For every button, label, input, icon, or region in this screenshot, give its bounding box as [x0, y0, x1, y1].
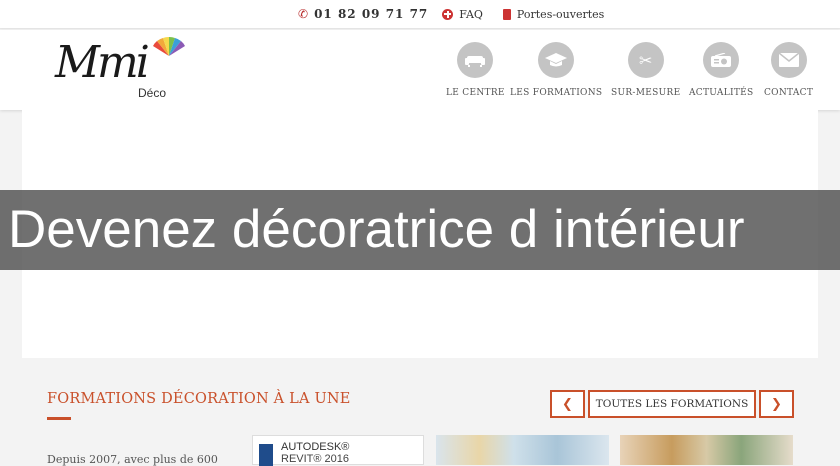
scissors-icon: ✂ [627, 42, 664, 78]
carousel-prev-button[interactable]: ❮ [550, 390, 585, 418]
nav-item-contact[interactable]: CONTACT [764, 42, 813, 98]
door-icon [502, 8, 511, 20]
sofa-icon [457, 42, 494, 78]
top-contact-links: ✆ 01 82 09 71 77 FAQ Portes-ouvertes [298, 6, 612, 22]
nav-item-le-centre[interactable]: LE CENTRE [446, 42, 505, 98]
nav-label: SUR-MESURE [611, 88, 681, 98]
main-navigation: LE CENTRE LES FORMATIONS ✂ SUR-MESURE AC… [0, 42, 840, 102]
featured-formations-section: FORMATIONS DÉCORATION À LA UNE ❮ TOUTES … [22, 358, 818, 466]
nav-item-sur-mesure[interactable]: ✂ SUR-MESURE [611, 42, 680, 98]
section-title-underline [47, 417, 71, 420]
nav-item-actualites[interactable]: ACTUALITÉS [689, 42, 753, 98]
chevron-left-icon: ❮ [562, 396, 573, 412]
formation-thumbnail-interior[interactable] [436, 435, 609, 465]
title-banner: Devenez décoratrice d intérieur [0, 190, 840, 270]
envelope-icon [770, 42, 807, 78]
faq-icon [442, 8, 454, 20]
phone-number[interactable]: 01 82 09 71 77 [314, 7, 428, 21]
section-title: FORMATIONS DÉCORATION À LA UNE [47, 391, 351, 407]
portes-ouvertes-link[interactable]: Portes-ouvertes [517, 8, 604, 21]
thumbnail-product: REVIT® 2016 [281, 453, 350, 465]
carousel-next-button[interactable]: ❯ [759, 390, 794, 418]
phone-icon: ✆ [298, 7, 309, 21]
banner-title: Devenez décoratrice d intérieur [8, 200, 745, 259]
thumbnail-brand: AUTODESK® [281, 441, 350, 453]
formation-thumbnail-decor[interactable] [620, 435, 793, 465]
nav-label: LE CENTRE [446, 88, 505, 98]
all-formations-button[interactable]: TOUTES LES FORMATIONS [588, 390, 756, 418]
graduation-cap-icon [538, 42, 575, 78]
chevron-right-icon: ❯ [771, 396, 782, 412]
nav-label: LES FORMATIONS [510, 88, 603, 98]
revit-logo-icon [259, 444, 273, 466]
top-utility-bar: ✆ 01 82 09 71 77 FAQ Portes-ouvertes [0, 0, 840, 29]
nav-label: CONTACT [764, 88, 814, 98]
site-header: Mmi Déco LE CENTRE LES FORMATIONS ✂ SUR-… [0, 30, 840, 110]
radio-icon [703, 42, 740, 78]
nav-item-les-formations[interactable]: LES FORMATIONS [510, 42, 602, 98]
formation-thumbnail-revit[interactable]: AUTODESK® REVIT® 2016 [252, 435, 424, 466]
faq-link[interactable]: FAQ [459, 8, 483, 21]
nav-label: ACTUALITÉS [689, 88, 754, 98]
